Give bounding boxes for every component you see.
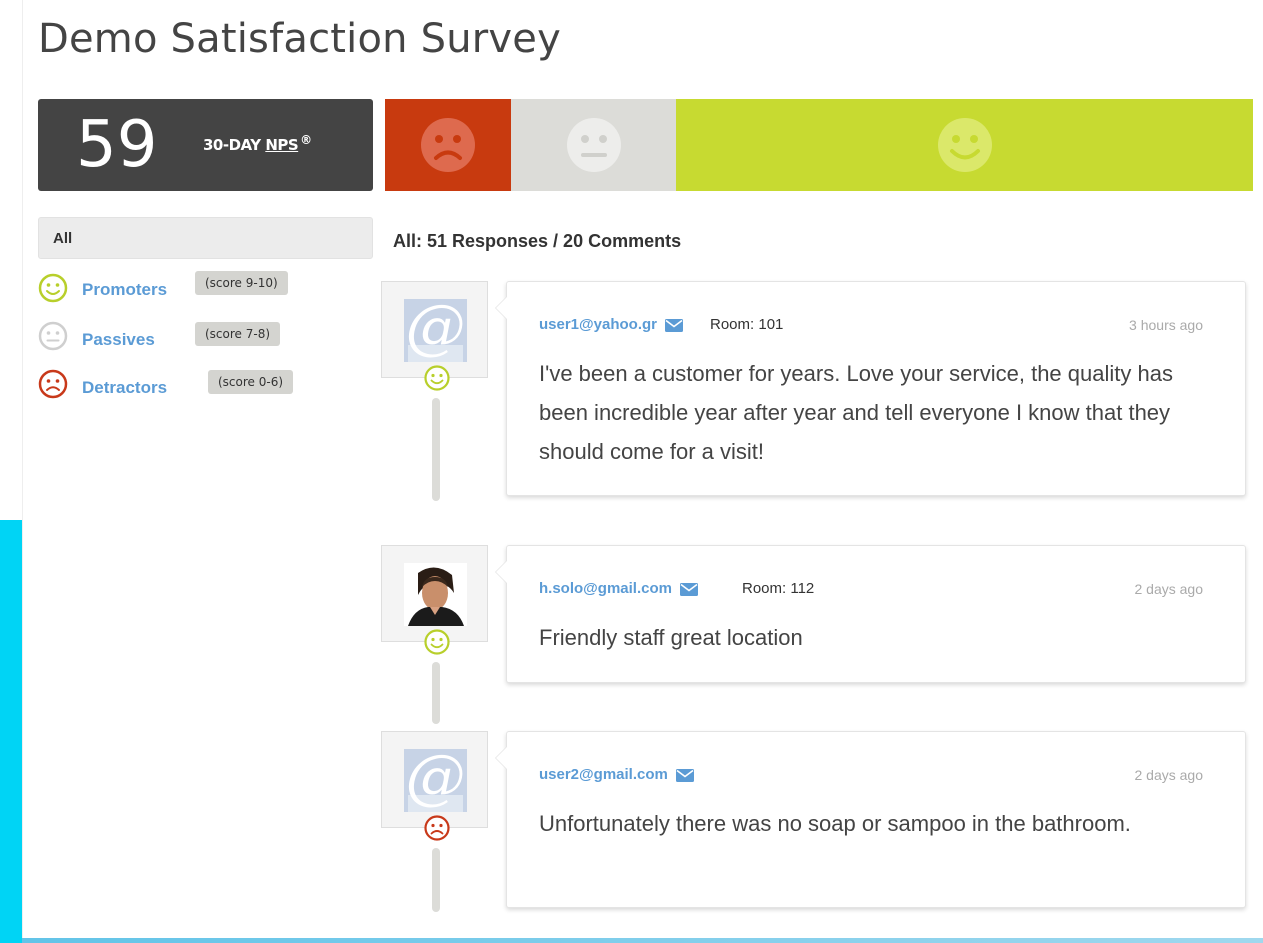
nps-distribution-bar [385,99,1253,191]
response-timestamp: 2 days ago [1134,581,1204,597]
svg-text:@: @ [406,299,466,362]
response-card: user2@gmail.com 2 days ago Unfortunately… [495,731,1246,908]
promoters-segment[interactable] [676,99,1253,191]
filter-all[interactable]: All [38,217,373,259]
sad-face-icon [424,815,450,841]
response-email[interactable]: user1@yahoo.gr [539,316,684,333]
happy-face-icon [424,629,450,655]
response-card: h.solo@gmail.com Room: 112 2 days ago Fr… [495,545,1246,683]
filter-promoters-score: (score 9-10) [195,271,288,295]
response-room: Room: 101 [710,316,784,333]
response-comment: I've been a customer for years. Love you… [539,361,1173,464]
responses-summary: All: 51 Responses / 20 Comments [393,231,682,251]
neutral-face-icon [566,118,621,172]
page-title: Demo Satisfaction Survey [38,16,561,62]
filter-promoters-label[interactable]: Promoters [82,280,167,300]
response-email[interactable]: h.solo@gmail.com [539,580,699,597]
at-sign-avatar-icon: @ [404,749,467,812]
card-pointer [495,560,507,584]
detractors-segment[interactable] [385,99,511,191]
response-comment: Unfortunately there was no soap or sampo… [539,811,1131,836]
happy-face-icon [38,273,68,303]
avatar: @ [381,731,488,828]
avatar [381,545,488,642]
bottom-divider [22,938,1263,943]
nps-link[interactable]: NPS [265,136,298,154]
timeline-connector [432,848,440,912]
response-comment: Friendly staff great location [539,625,803,650]
sad-face-icon [421,118,475,172]
response-room: Room: 112 [742,580,815,597]
registered-mark: ® [300,133,312,147]
svg-text:@: @ [406,749,466,812]
filter-detractors-score: (score 0-6) [208,370,294,394]
response-timestamp: 2 days ago [1134,767,1204,783]
response-timestamp: 3 hours ago [1129,317,1203,333]
at-sign-avatar-icon: @ [404,299,467,362]
nps-score-box: 59 30-DAY NPS ® [38,99,373,191]
filter-detractors[interactable]: Detractors (score 0-6) [38,365,373,413]
filter-passives-label[interactable]: Passives [82,330,155,350]
filter-detractors-label[interactable]: Detractors [82,378,167,398]
response-email-text[interactable]: user1@yahoo.gr [539,316,657,333]
envelope-icon[interactable] [665,318,684,332]
happy-face-icon [937,118,992,172]
response-email[interactable]: user2@gmail.com [539,766,695,783]
nps-label-prefix: 30-DAY [203,136,266,154]
card-pointer [495,746,507,770]
passives-segment[interactable] [511,99,676,191]
response-email-text[interactable]: h.solo@gmail.com [539,580,672,597]
card-pointer [495,296,507,320]
timeline-connector [432,398,440,501]
response-card: user1@yahoo.gr Room: 101 3 hours ago I'v… [495,281,1246,496]
avatar: @ [381,281,488,378]
response-email-text[interactable]: user2@gmail.com [539,766,668,783]
left-accent-bar [0,520,22,943]
user-photo-avatar-icon [404,563,467,626]
neutral-face-icon [38,321,68,351]
filter-passives[interactable]: Passives (score 7-8) [38,317,373,365]
nps-label: 30-DAY NPS ® [203,133,312,154]
happy-face-icon [424,365,450,391]
sad-face-icon [38,369,68,399]
filter-passives-score: (score 7-8) [195,322,281,346]
timeline-connector [432,662,440,724]
filter-promoters[interactable]: Promoters (score 9-10) [38,269,373,317]
nps-score-value: 59 [76,108,158,182]
filter-panel: All Promoters (score 9-10) Passives (sco… [38,217,373,413]
envelope-icon[interactable] [680,582,699,596]
envelope-icon[interactable] [676,768,695,782]
